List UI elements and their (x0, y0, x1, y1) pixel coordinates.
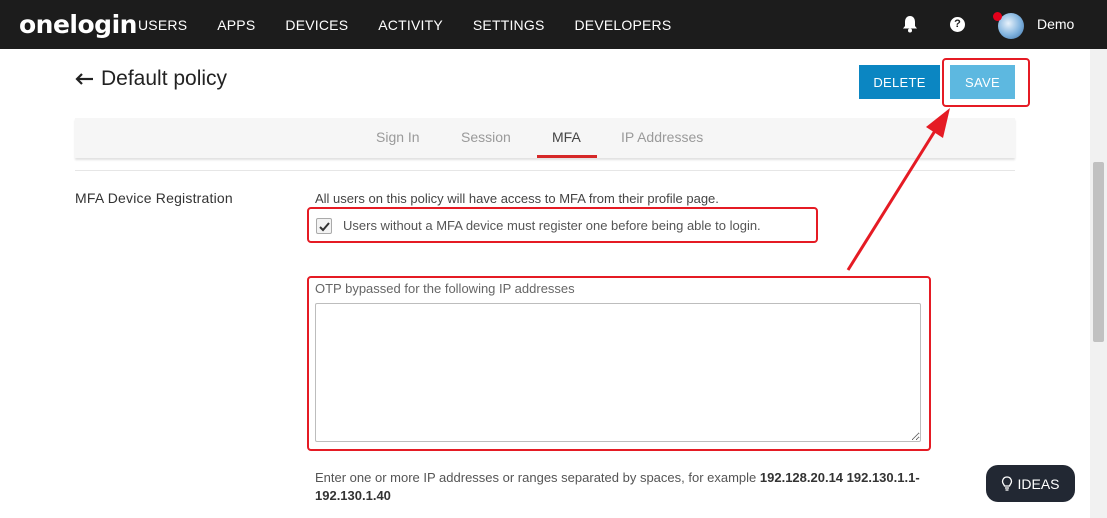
nav-developers[interactable]: DEVELOPERS (574, 17, 671, 33)
ideas-button[interactable]: IDEAS (986, 465, 1075, 502)
lightbulb-icon (1002, 476, 1013, 491)
nav-apps[interactable]: APPS (217, 17, 255, 33)
active-tab-indicator (537, 155, 597, 158)
tab-session[interactable]: Session (461, 129, 511, 145)
ip-help-text: Enter one or more IP addresses or ranges… (315, 469, 955, 505)
delete-button[interactable]: DELETE (859, 65, 940, 99)
page-title-text: Default policy (101, 67, 228, 90)
page-scrollbar[interactable] (1090, 49, 1107, 518)
help-icon[interactable]: ? (950, 17, 965, 32)
scrollbar-thumb[interactable] (1093, 162, 1104, 342)
mfa-description: All users on this policy will have acces… (315, 191, 719, 206)
back-arrow-icon[interactable] (75, 73, 93, 85)
section-divider (75, 170, 1015, 171)
policy-tabs: Sign In Session MFA IP Addresses (75, 118, 1015, 158)
tab-sign-in[interactable]: Sign In (376, 129, 420, 145)
nav-devices[interactable]: DEVICES (285, 17, 348, 33)
user-name[interactable]: Demo (1037, 16, 1074, 32)
nav-settings[interactable]: SETTINGS (473, 17, 545, 33)
ip-help-text-prefix: Enter one or more IP addresses or ranges… (315, 470, 760, 485)
tab-mfa[interactable]: MFA (552, 129, 581, 145)
checkbox-highlight-box (307, 207, 818, 243)
top-navigation-bar: onelogin USERS APPS DEVICES ACTIVITY SET… (0, 0, 1107, 49)
page-title: Default policy (75, 67, 227, 91)
mfa-section-label: MFA Device Registration (75, 190, 233, 206)
nav-activity[interactable]: ACTIVITY (378, 17, 443, 33)
bell-icon[interactable] (902, 15, 918, 33)
notification-dot (993, 12, 1002, 21)
tab-ip-addresses[interactable]: IP Addresses (621, 129, 703, 145)
save-highlight-box (942, 58, 1030, 107)
onelogin-logo[interactable]: onelogin (19, 10, 137, 39)
ideas-label: IDEAS (1017, 475, 1060, 492)
nav-users[interactable]: USERS (138, 17, 187, 33)
main-nav: USERS APPS DEVICES ACTIVITY SETTINGS DEV… (138, 17, 671, 33)
otp-highlight-box (307, 276, 931, 451)
